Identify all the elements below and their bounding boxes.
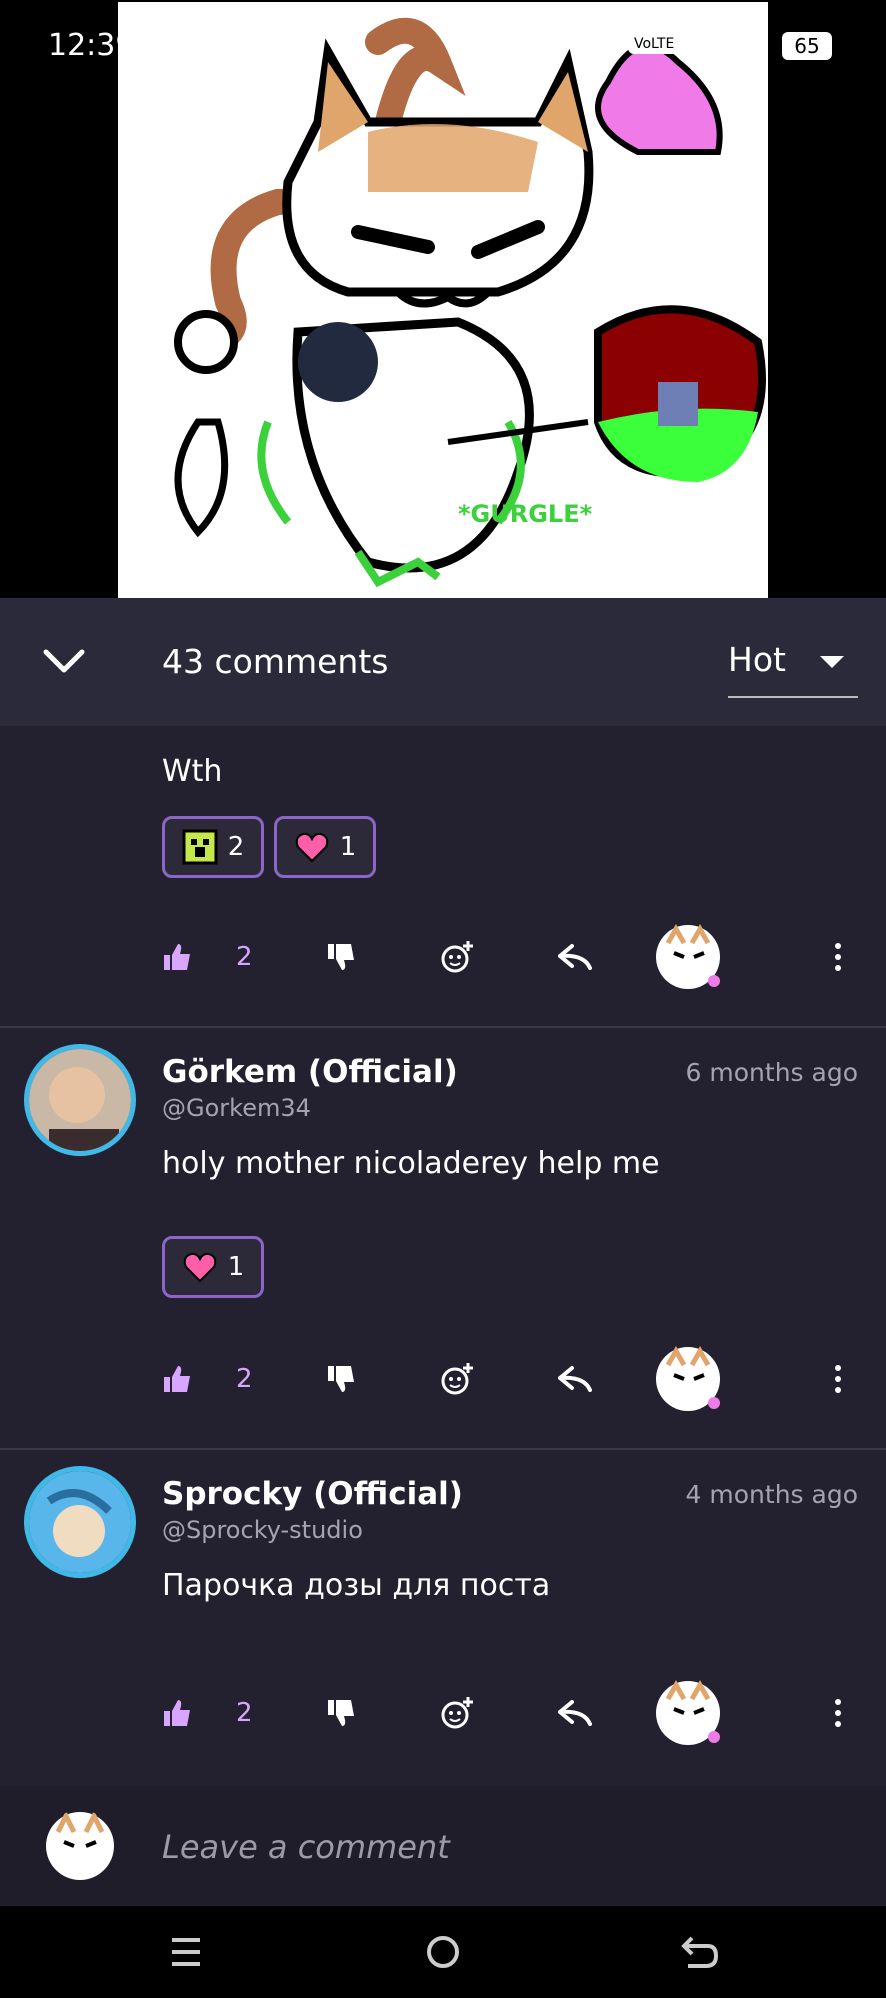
reaction-bar: 1 [162,1236,264,1302]
comment-input[interactable]: Leave a comment [162,1828,450,1866]
sort-dropdown[interactable]: Hot [728,626,858,698]
chevron-down-icon [43,649,85,673]
home-button[interactable] [421,1930,465,1974]
svg-text:*GURGLE*: *GURGLE* [458,500,593,528]
reaction-bar: 2 1 [162,816,376,882]
dropdown-caret-icon [820,656,844,668]
home-circle-icon [427,1936,459,1968]
comment-actions: 2 [162,1678,858,1748]
creeper-face-icon [182,829,218,865]
add-reaction-button[interactable] [440,1678,476,1748]
more-options-button[interactable] [832,922,844,992]
menu-lines-icon [172,1938,200,1966]
heart-face-icon [183,1252,216,1283]
comment-time: 6 months ago [685,1058,858,1087]
add-reaction-icon [441,1363,473,1395]
kebab-menu-icon [835,1699,841,1727]
add-reaction-button[interactable] [440,922,476,992]
comment-text: holy mother nicoladerey help me [162,1146,660,1181]
more-options-button[interactable] [832,1678,844,1748]
comment-handle[interactable]: @Sprocky-studio [162,1516,363,1544]
user-avatar[interactable] [24,1044,136,1156]
reply-button[interactable] [558,922,594,992]
comment-text: Парочка дозы для поста [162,1568,551,1603]
add-reaction-icon [441,941,473,973]
like-count: 2 [236,942,253,972]
thumbs-up-icon [164,944,190,970]
reply-button[interactable] [558,1678,594,1748]
more-options-button[interactable] [832,1344,844,1414]
comment-time: 4 months ago [685,1480,858,1509]
comments-feed[interactable]: Wth 2 1 2 Görkem (Official) @Gorkem34 6 … [0,726,886,1786]
reaction-count: 1 [339,832,357,862]
my-avatar [654,1678,722,1748]
add-reaction-button[interactable] [440,1344,476,1414]
comments-header: 43 comments Hot [0,598,886,726]
thumbs-down-icon [328,1700,354,1726]
reaction-count: 2 [227,832,245,862]
reaction-chip[interactable]: 1 [274,816,376,878]
heart-face-icon [295,832,328,863]
battery-indicator: 65 [782,32,832,60]
divider [0,1448,886,1450]
like-button[interactable] [162,922,192,992]
back-button[interactable] [678,1930,722,1974]
cat-avatar-icon [46,1810,114,1880]
thumbs-up-icon [164,1700,190,1726]
status-bar: 12:39 VoLTE 65 [0,0,886,96]
my-avatar [654,922,722,992]
comment-author[interactable]: Sprocky (Official) [162,1476,463,1512]
comment-author[interactable]: Görkem (Official) [162,1054,458,1090]
sprocky-avatar-icon [29,1471,131,1573]
reply-arrow-icon [558,944,592,970]
like-button[interactable] [162,1344,192,1414]
add-reaction-icon [441,1697,473,1729]
back-arrow-icon [681,1936,719,1968]
reaction-chip[interactable]: 2 [162,816,264,878]
dislike-button[interactable] [326,1678,356,1748]
system-nav-bar [0,1906,886,1998]
divider [0,1026,886,1028]
volte-badge: VoLTE [628,34,681,54]
sort-selected: Hot [728,640,786,679]
reply-arrow-icon [558,1700,592,1726]
status-time: 12:39 [48,28,135,63]
reaction-chip[interactable]: 1 [162,1236,264,1298]
kebab-menu-icon [835,1365,841,1393]
user-photo-icon [29,1049,131,1151]
cat-avatar-icon [656,1345,720,1411]
comments-count: 43 comments [162,642,389,681]
cat-avatar-icon [656,923,720,989]
my-avatar [654,1344,722,1414]
thumbs-down-icon [328,944,354,970]
reply-arrow-icon [558,1366,592,1392]
recent-apps-button[interactable] [164,1930,208,1974]
user-avatar[interactable] [24,1466,136,1578]
dislike-button[interactable] [326,922,356,992]
like-count: 2 [236,1364,253,1394]
reply-button[interactable] [558,1344,594,1414]
dislike-button[interactable] [326,1344,356,1414]
cat-avatar-icon [656,1679,720,1745]
collapse-comments-button[interactable] [40,642,88,682]
comment-handle[interactable]: @Gorkem34 [162,1094,311,1122]
comment-actions: 2 [162,1344,858,1414]
like-button[interactable] [162,1678,192,1748]
my-avatar [44,1810,116,1882]
reaction-count: 1 [227,1252,245,1282]
comment-text: Wth [162,754,223,789]
kebab-menu-icon [835,943,841,971]
comment-actions: 2 [162,922,858,992]
thumbs-down-icon [328,1366,354,1392]
leave-comment-bar[interactable]: Leave a comment [0,1786,886,1906]
thumbs-up-icon [164,1366,190,1392]
like-count: 2 [236,1698,253,1728]
